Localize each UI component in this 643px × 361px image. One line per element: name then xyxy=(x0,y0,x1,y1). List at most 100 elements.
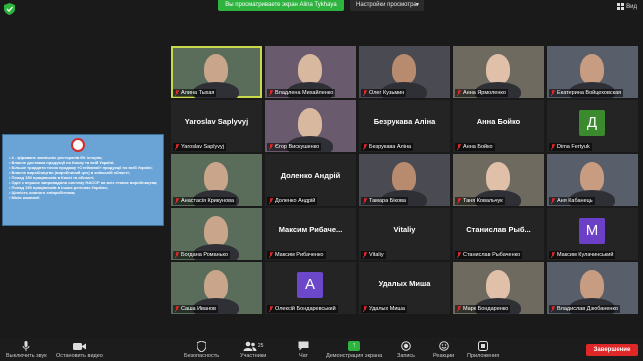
participant-tile[interactable]: Анна Ярмоленко xyxy=(453,46,544,98)
participant-name-label: Олег Кузьмин xyxy=(361,89,407,97)
reactions-button[interactable]: Реакции xyxy=(433,338,454,361)
participant-name-label: Станислав Рыбаченко xyxy=(455,251,523,259)
participant-video xyxy=(204,216,228,246)
participant-tile[interactable]: Богдана Романько xyxy=(171,208,262,260)
participant-tile[interactable]: Марк Бондаренко xyxy=(453,262,544,314)
participant-name-label: Анна Бойко xyxy=(455,143,495,151)
security-shield-icon[interactable] xyxy=(4,3,15,15)
shared-screen-item: • Місія компанії. xyxy=(9,195,41,200)
muted-mic-icon xyxy=(175,144,179,150)
participant-name: Vitaliy xyxy=(369,252,384,258)
participants-button[interactable]: 25 Участники xyxy=(240,338,266,361)
muted-mic-icon xyxy=(175,306,179,312)
participants-icon: 25 xyxy=(243,340,263,352)
participant-name: Доленко Андрій xyxy=(275,198,316,204)
participant-tile[interactable]: Удалых Миша Удалых Миша xyxy=(359,262,450,314)
muted-mic-icon xyxy=(269,90,273,96)
participant-tile[interactable]: Владислав Дзюбаненко xyxy=(547,262,638,314)
apps-button[interactable]: Приложения xyxy=(467,338,499,361)
participant-name-label: Анна Ярмоленко xyxy=(455,89,508,97)
participant-name-label: Олексій Бондаревський xyxy=(267,305,338,313)
muted-mic-icon xyxy=(269,198,273,204)
muted-mic-icon xyxy=(363,198,367,204)
share-screen-button[interactable]: ↑ Демонстрация экрана xyxy=(326,338,382,361)
view-settings-label: Настройки просмотра xyxy=(356,2,417,8)
sharing-banner: Вы просматриваете экран Alina Tykhaya xyxy=(218,0,344,11)
view-label: Вид xyxy=(626,3,637,10)
participant-gallery: Алина Тыхая Владлена Михайленко Олег Кузьм… xyxy=(171,46,638,317)
video-camera-icon xyxy=(72,340,86,352)
participant-name: Екатерина Войцеховская xyxy=(557,90,622,96)
participant-name: Максим Рибаченко xyxy=(275,252,324,258)
security-button[interactable]: Безопасность xyxy=(184,338,219,361)
participant-tile[interactable]: Станислав Рыб... Станислав Рыбаченко xyxy=(453,208,544,260)
view-settings-dropdown[interactable]: Настройки просмотра ▼ xyxy=(350,0,424,11)
participant-name: Марк Бондаренко xyxy=(463,306,509,312)
participant-tile[interactable]: Владлена Михайленко xyxy=(265,46,356,98)
participant-tile[interactable]: Алина Тыхая xyxy=(171,46,262,98)
participant-video xyxy=(204,270,228,300)
participant-tile[interactable]: Екатерина Войцеховская xyxy=(547,46,638,98)
participant-tile[interactable]: Максим Рибаче... Максим Рибаченко xyxy=(265,208,356,260)
participant-video xyxy=(486,162,510,192)
grid-view-icon xyxy=(617,3,625,10)
view-button[interactable]: Вид xyxy=(617,3,637,10)
participant-tile[interactable]: Безрукава Аліна Безрукава Аліна xyxy=(359,100,450,152)
stop-video-button[interactable]: Остановить видео xyxy=(56,338,103,361)
participant-name-label: Анастасія Крикунова xyxy=(173,197,237,205)
chat-button[interactable]: Чат xyxy=(298,338,309,361)
participant-display-name: Удалых Миша xyxy=(378,279,431,288)
chat-label: Чат xyxy=(298,353,309,359)
participant-display-name: Доленко Андрій xyxy=(280,171,341,180)
participant-name-label: Екатерина Войцеховская xyxy=(549,89,624,97)
participant-tile[interactable]: Єгор Вискушенко xyxy=(265,100,356,152)
muted-mic-icon xyxy=(551,252,555,258)
participant-name-label: Удалых Миша xyxy=(361,305,407,313)
muted-mic-icon xyxy=(175,252,179,258)
participant-tile[interactable]: М Максим Кулачинський xyxy=(547,208,638,260)
share-screen-label: Демонстрация экрана xyxy=(326,353,383,359)
participant-tile[interactable]: Доленко Андрій Доленко Андрій xyxy=(265,154,356,206)
participant-video xyxy=(486,270,510,300)
participant-tile[interactable]: Аня Кабанець xyxy=(547,154,638,206)
participant-display-name: Vitaliy xyxy=(393,225,416,234)
participant-name-label: Таня Ковальчук xyxy=(455,197,505,205)
record-button[interactable]: Запись xyxy=(397,338,415,361)
participant-tile[interactable]: Д Dima Fertyuk xyxy=(547,100,638,152)
mute-button[interactable]: Выключить звук xyxy=(6,338,47,361)
participant-name: Владислав Дзюбаненко xyxy=(557,306,618,312)
participant-tile[interactable]: Саша Иванов xyxy=(171,262,262,314)
participant-name: Алина Тыхая xyxy=(181,90,215,96)
muted-mic-icon xyxy=(175,198,179,204)
participant-name-label: Максим Кулачинський xyxy=(549,251,616,259)
participant-name: Тамара Бікова xyxy=(369,198,406,204)
muted-mic-icon xyxy=(457,252,461,258)
muted-mic-icon xyxy=(269,252,273,258)
participant-name-label: Максим Рибаченко xyxy=(267,251,326,259)
participant-display-name: Максим Рибаче... xyxy=(278,225,343,234)
muted-mic-icon xyxy=(551,198,555,204)
muted-mic-icon xyxy=(457,144,461,150)
participant-tile[interactable]: Vitaliy Vitaliy xyxy=(359,208,450,260)
participant-name: Станислав Рыбаченко xyxy=(463,252,521,258)
participant-tile[interactable]: Таня Ковальчук xyxy=(453,154,544,206)
participant-name: Саша Иванов xyxy=(181,306,216,312)
participant-tile[interactable]: Анна Бойко Анна Бойко xyxy=(453,100,544,152)
participant-tile[interactable]: Анастасія Крикунова xyxy=(171,154,262,206)
participant-name-label: Богдана Романько xyxy=(173,251,231,259)
muted-mic-icon xyxy=(363,144,367,150)
share-screen-icon: ↑ xyxy=(348,341,361,351)
participant-name: Олексій Бондаревський xyxy=(275,306,336,312)
participant-tile[interactable]: Олег Кузьмин xyxy=(359,46,450,98)
participant-tile[interactable]: Yaroslav Saplyvyj Yaroslav Saplyvyj xyxy=(171,100,262,152)
end-meeting-button[interactable]: Завершение xyxy=(586,344,638,356)
participant-name-label: Доленко Андрій xyxy=(267,197,318,205)
participant-tile[interactable]: Тамара Бікова xyxy=(359,154,450,206)
participant-name: Dima Fertyuk xyxy=(557,144,590,150)
participant-tile[interactable]: А Олексій Бондаревський xyxy=(265,262,356,314)
participant-avatar: Д xyxy=(579,110,605,136)
muted-mic-icon xyxy=(175,90,179,96)
participant-name-label: Владислав Дзюбаненко xyxy=(549,305,620,313)
participant-name-label: Тамара Бікова xyxy=(361,197,408,205)
participant-video xyxy=(298,54,322,84)
